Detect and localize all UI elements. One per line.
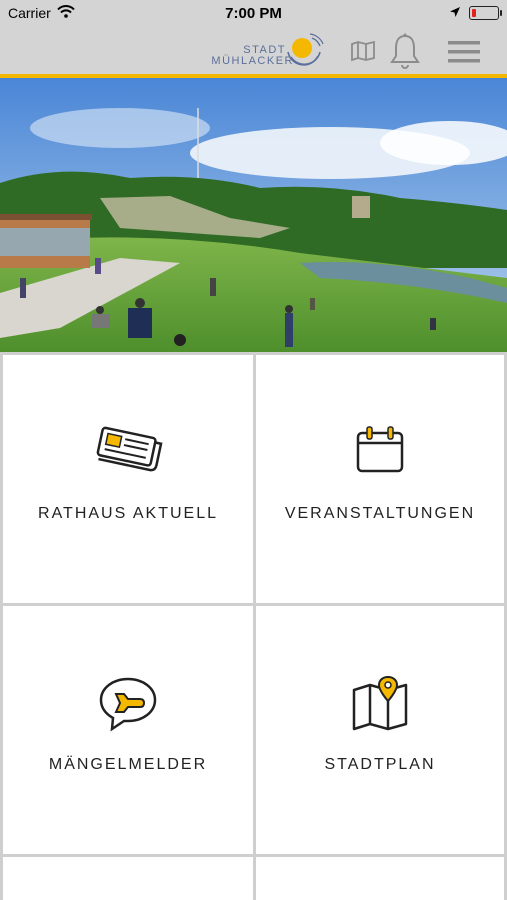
tile-partial-left[interactable]: [3, 857, 253, 900]
tile-label: MÄNGELMELDER: [48, 756, 208, 773]
map-icon[interactable]: [350, 40, 376, 67]
tile-label: VERANSTALTUNGEN: [284, 505, 476, 522]
tile-partial-right[interactable]: [256, 857, 504, 900]
clock: 7:00 PM: [225, 5, 282, 22]
tile-label: RATHAUS AKTUELL: [38, 505, 218, 522]
wrench-chat-icon: [98, 676, 158, 737]
status-bar: Carrier 7:00 PM: [0, 0, 507, 28]
calendar-icon: [355, 425, 405, 480]
app-header: STADT MÜHLACKER: [0, 28, 507, 74]
sun-icon: [287, 33, 324, 66]
tile-maengelmelder[interactable]: MÄNGELMELDER: [3, 606, 253, 854]
battery-icon: [469, 6, 502, 20]
map-pin-icon: [351, 675, 409, 737]
menu-grid: RATHAUS AKTUELL VERANSTALTUNGEN MÄNGELME…: [0, 352, 507, 900]
tile-veranstaltungen[interactable]: VERANSTALTUNGEN: [256, 355, 504, 603]
tile-rathaus-aktuell[interactable]: RATHAUS AKTUELL: [3, 355, 253, 603]
menu-icon[interactable]: [448, 40, 480, 69]
battery-level: [472, 9, 477, 17]
bell-icon[interactable]: [389, 32, 421, 75]
city-logo[interactable]: STADT MÜHLACKER: [211, 30, 324, 72]
newspaper-icon: [93, 425, 163, 480]
location-arrow-icon: [449, 5, 461, 21]
status-indicators: [449, 5, 502, 21]
hero-photo: [0, 78, 507, 352]
tile-stadtplan[interactable]: STADTPLAN: [256, 606, 504, 854]
tile-label: STADTPLAN: [324, 756, 436, 773]
